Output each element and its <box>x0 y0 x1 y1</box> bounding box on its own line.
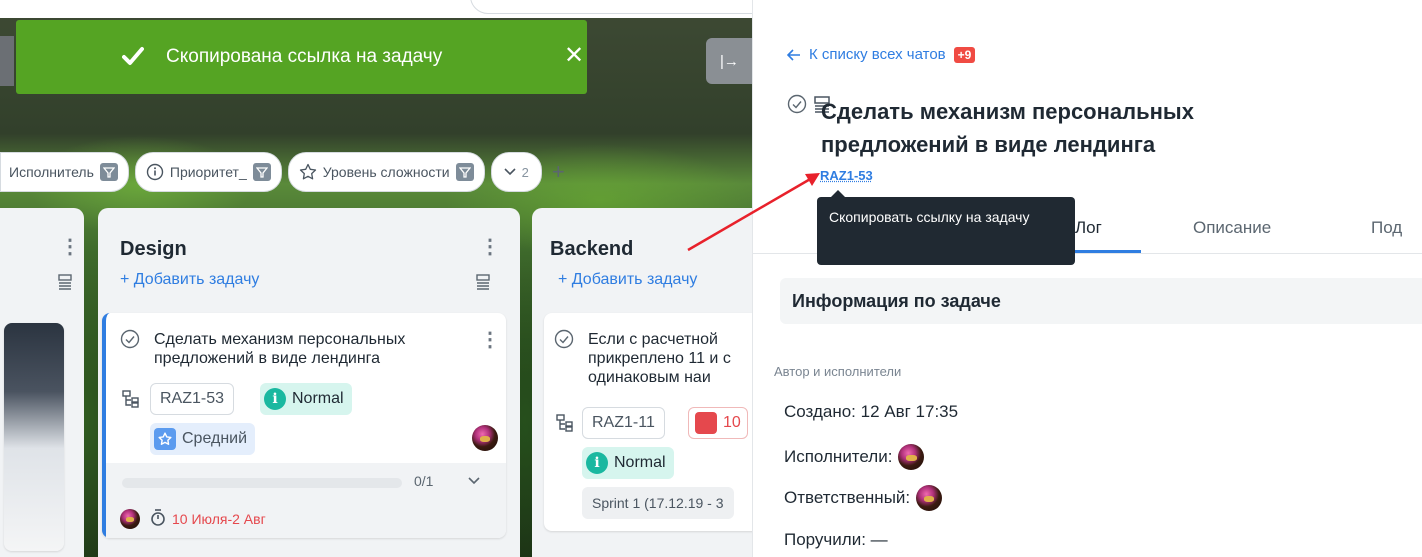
more-filters-count: 2 <box>522 165 529 180</box>
tab-log[interactable]: Лог <box>1075 218 1102 238</box>
task-card[interactable]: Сделать механизм персональных предложени… <box>102 313 506 538</box>
complexity-badge[interactable]: Средний <box>150 423 255 455</box>
tab-description[interactable]: Описание <box>1193 218 1271 238</box>
task-detail-panel: К списку всех чатов +9 Сделать механизм … <box>752 0 1422 557</box>
created-text: Создано: 12 Авг 17:35 <box>784 402 958 422</box>
status-check-icon[interactable] <box>120 329 140 349</box>
task-code-tag[interactable]: RAZ1-11 <box>582 407 665 439</box>
column-menu-icon[interactable]: ⋮ <box>60 238 80 256</box>
filter-complexity[interactable]: Уровень сложности <box>288 152 485 192</box>
card-menu-icon[interactable]: ⋮ <box>480 331 500 349</box>
card-thumbnail[interactable] <box>4 323 64 551</box>
copy-toast: Скопирована ссылка на задачу ✕ <box>16 20 587 94</box>
column-backend: Backend + Добавить задачу Если с расчетн… <box>532 208 752 557</box>
info-icon: i <box>264 388 286 410</box>
progress-count: 0/1 <box>414 473 433 489</box>
column-title: Backend <box>550 238 633 261</box>
priority-badge[interactable]: i Normal <box>582 447 674 479</box>
subtask-tree-icon <box>122 390 140 408</box>
filter-label: Исполнитель <box>9 164 94 180</box>
toast-close-icon[interactable]: ✕ <box>564 42 584 70</box>
status-check-icon[interactable] <box>787 94 807 114</box>
star-icon <box>154 428 176 450</box>
back-to-chats-link[interactable]: К списку всех чатов +9 <box>787 46 975 63</box>
filter-funnel-icon <box>253 163 271 181</box>
top-strip <box>0 0 752 18</box>
filter-priority[interactable]: Приоритет_ <box>135 152 282 192</box>
copy-task-link[interactable]: RAZ1-53 <box>820 168 873 183</box>
back-link-label: К списку всех чатов <box>809 46 946 63</box>
task-code-tag[interactable]: RAZ1-53 <box>150 383 234 415</box>
copy-link-tooltip: Скопировать ссылку на задачу <box>817 197 1075 265</box>
add-task-button[interactable]: + Добавить задачу <box>120 271 259 289</box>
priority-label: Normal <box>614 454 666 472</box>
authors-section-label: Автор и исполнители <box>774 364 901 379</box>
task-title: Сделать механизм персональных предложени… <box>821 95 1301 161</box>
section-title: Информация по задаче <box>792 291 1001 312</box>
arrow-left-icon <box>787 49 801 61</box>
task-card[interactable]: Если с расчетной прикреплено 11 и с один… <box>544 313 752 531</box>
left-edge-bar <box>0 36 14 86</box>
filter-label: Уровень сложности <box>323 164 450 180</box>
unread-count-badge: +9 <box>954 47 976 63</box>
priority-badge[interactable]: i Normal <box>260 383 352 415</box>
card-title: Если с расчетной прикреплено 11 и с один… <box>588 330 752 390</box>
card-title: Сделать механизм персональных предложени… <box>154 330 474 368</box>
assignees-label: Исполнители: <box>784 447 892 467</box>
filter-label: Приоритет_ <box>170 164 247 180</box>
responsible-label: Ответственный: <box>784 488 910 508</box>
assigned-by-row: Поручили: — <box>784 530 888 550</box>
expand-chevron-icon[interactable] <box>468 477 480 485</box>
kanban-board: Скопирована ссылка на задачу ✕ |→ Исполн… <box>0 0 752 557</box>
column-design: Design ⋮ + Добавить задачу Сделать механ… <box>98 208 520 557</box>
add-filter-button[interactable]: + <box>552 159 565 185</box>
info-icon: i <box>586 452 608 474</box>
collapse-panel-button[interactable]: |→ <box>706 38 752 84</box>
column-title: Design <box>120 238 187 261</box>
created-row: Создано: 12 Авг 17:35 <box>784 402 958 422</box>
column-menu-icon[interactable]: ⋮ <box>480 238 500 256</box>
card-footer: 0/1 10 Июля-2 Авг <box>106 463 506 538</box>
status-check-icon[interactable] <box>554 329 574 349</box>
filter-funnel-icon <box>100 163 118 181</box>
sprint-badge[interactable]: Sprint 1 (17.12.19 - 3 <box>582 487 734 519</box>
assigned-by-text: Поручили: — <box>784 530 888 550</box>
tab-subtasks[interactable]: Под <box>1371 218 1402 238</box>
due-date-badge[interactable]: 10 <box>688 407 748 439</box>
add-task-button[interactable]: + Добавить задачу <box>558 271 697 289</box>
star-icon <box>299 163 317 181</box>
filter-assignee[interactable]: Исполнитель <box>0 152 129 192</box>
checkmark-icon <box>122 46 144 66</box>
toast-message: Скопирована ссылка на задачу <box>166 43 442 71</box>
responsible-row: Ответственный: <box>784 485 942 511</box>
info-icon <box>146 163 164 181</box>
column-partial: ⋮ <box>0 208 84 557</box>
assignees-row: Исполнители: <box>784 444 924 470</box>
due-date-value: 10 <box>723 414 741 432</box>
priority-label: Normal <box>292 390 344 408</box>
filter-bar: Исполнитель Приоритет_ Уровень сложности… <box>0 152 565 192</box>
chevron-down-icon <box>504 168 516 176</box>
due-dates: 10 Июля-2 Авг <box>172 511 266 527</box>
complexity-label: Средний <box>182 430 247 448</box>
timer-icon <box>150 509 166 527</box>
filter-funnel-icon <box>456 163 474 181</box>
task-info-header[interactable]: Информация по задаче <box>780 278 1422 324</box>
calendar-icon <box>695 412 717 434</box>
progress-bar <box>122 478 402 488</box>
subtask-tree-icon <box>556 414 574 432</box>
assignee-avatar[interactable] <box>472 425 498 451</box>
author-avatar <box>120 509 140 529</box>
assignee-avatar[interactable] <box>898 444 924 470</box>
layout-icon[interactable] <box>58 274 72 290</box>
responsible-avatar[interactable] <box>916 485 942 511</box>
layout-icon[interactable] <box>476 274 490 290</box>
more-filters-button[interactable]: 2 <box>491 152 542 192</box>
